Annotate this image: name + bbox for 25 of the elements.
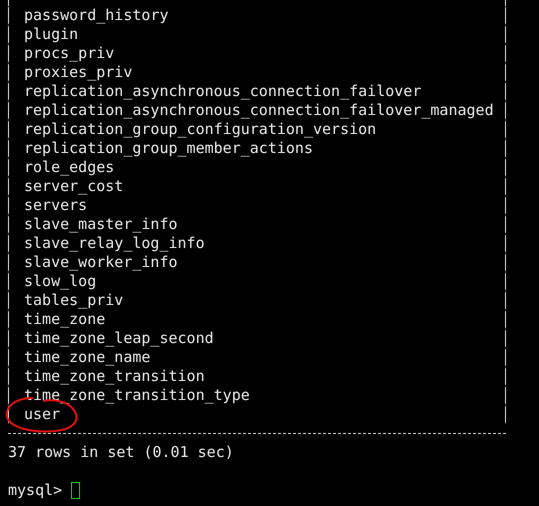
table-cell-text: slave_relay_log_info — [23, 234, 205, 253]
table-cell-text: tables_priv — [23, 291, 124, 310]
table-cell-text: servers — [23, 196, 88, 215]
table-cell-text: time_zone_name — [23, 348, 150, 367]
table-cell-text: time_zone_transition — [23, 367, 205, 386]
table-cell-text: slave_worker_info — [23, 253, 178, 272]
table-cell-text: replication_group_configuration_version — [23, 120, 376, 139]
table-cell-text: time_zone_transition_type — [23, 386, 250, 405]
table-cell-text: replication_group_member_actions — [23, 139, 313, 158]
table-cell-text: server_cost — [23, 177, 124, 196]
table-cell-text: procs_priv — [23, 44, 114, 63]
cursor — [71, 482, 80, 499]
table-cell-text: slave_master_info — [23, 215, 178, 234]
table-cell-text: role_edges — [23, 158, 114, 177]
table-cell-text: time_zone — [23, 310, 106, 329]
table-cell-text: proxies_priv — [23, 63, 132, 82]
table-cell-text: replication_asynchronous_connection_failover — [23, 82, 422, 101]
table-cell-text: replication_asynchronous_connection_failover_managed — [23, 101, 494, 120]
prompt: mysql> — [8, 481, 62, 500]
table-cell-text: time_zone_leap_second — [23, 329, 214, 348]
table-cell-text: plugin — [23, 25, 78, 44]
table-cell-text: user — [23, 405, 60, 424]
result-summary: 37 rows in set (0.01 sec) — [8, 443, 235, 462]
table-cell-text: slow_log — [23, 272, 96, 291]
table-cell-text: password_history — [23, 6, 168, 25]
